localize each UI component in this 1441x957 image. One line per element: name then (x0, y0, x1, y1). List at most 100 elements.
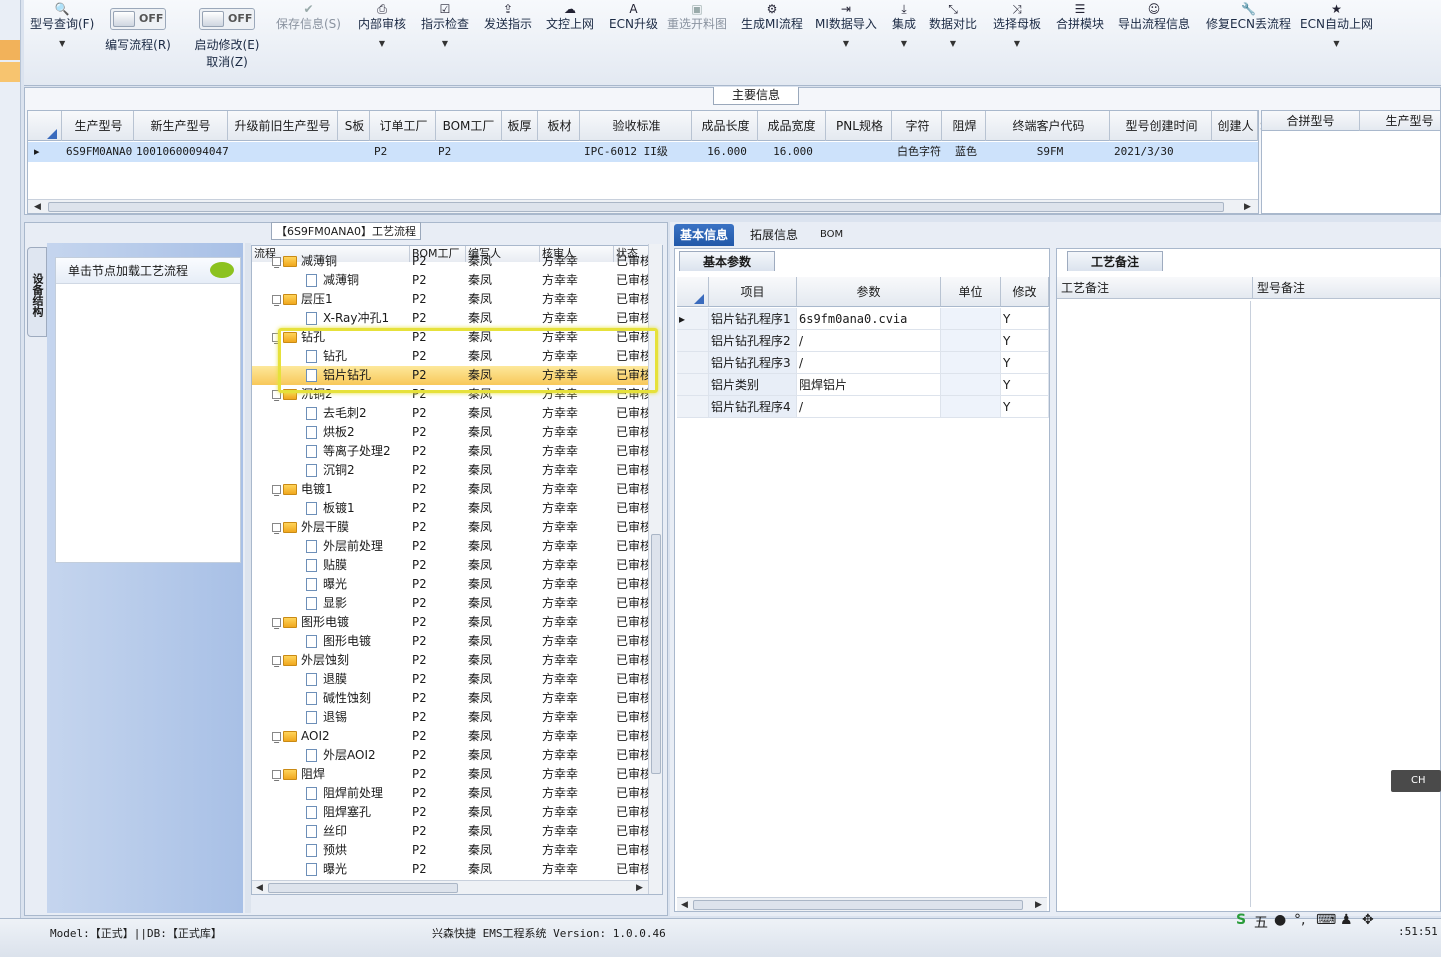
flow-step-row[interactable]: 减薄铜 P2 秦凤 方幸幸 已审核 (252, 271, 652, 290)
flow-step-row[interactable]: 曝光 P2 秦凤 方幸幸 已审核 (252, 860, 652, 879)
flow-tree-hscroll-thumb[interactable] (268, 883, 458, 893)
flow-node[interactable]: 板镀1 (306, 499, 355, 518)
flow-step-row[interactable]: 阻焊塞孔 P2 秦凤 方幸幸 已审核 (252, 803, 652, 822)
flow-group-row[interactable]: − 阻焊 P2 秦凤 方幸幸 已审核 (252, 765, 652, 785)
collapse-icon[interactable]: − (272, 390, 281, 405)
chevron-down-icon[interactable]: ▼ (1300, 38, 1373, 50)
ime-mode[interactable]: 五 (1254, 912, 1268, 932)
main-col-header[interactable]: 生产型号 (64, 111, 134, 141)
main-col-header[interactable]: 型号创建时间 (1112, 111, 1212, 141)
flow-node[interactable]: X-Ray冲孔1 (306, 309, 389, 328)
chevron-down-icon[interactable]: ▼ (421, 38, 469, 50)
flow-step-row[interactable]: 外层AOI2 P2 秦凤 方幸幸 已审核 (252, 746, 652, 765)
flow-node[interactable]: 外层前处理 (306, 537, 383, 556)
flow-node[interactable]: 铝片钻孔 (306, 366, 371, 385)
merge-col-header[interactable]: 合拼型号 (1262, 111, 1360, 131)
flow-group-row[interactable]: − 外层干膜 P2 秦凤 方幸幸 已审核 (252, 518, 652, 538)
main-col-header[interactable]: 验收标准 (582, 111, 692, 141)
params-row[interactable]: 铝片钻孔程序4/ Y (677, 396, 1049, 418)
flow-node[interactable]: 显影 (306, 594, 347, 613)
flow-node[interactable]: − 钻孔 (272, 328, 325, 348)
flow-step-row[interactable]: 铝片钻孔 P2 秦凤 方幸幸 已审核 (252, 366, 652, 385)
scroll-right-arrow-icon[interactable]: ▶ (1035, 898, 1042, 912)
flow-node[interactable]: 烘板2 (306, 423, 355, 442)
toolbar-button-7[interactable]: ▣ 重选开料图 (667, 2, 727, 32)
flow-step-row[interactable]: 钻孔 P2 秦凤 方幸幸 已审核 (252, 347, 652, 366)
chevron-down-icon[interactable]: ▼ (815, 38, 877, 50)
scroll-right-arrow-icon[interactable]: ▶ (636, 881, 643, 894)
main-data-cell[interactable]: 2021/3/30 (1112, 142, 1212, 162)
toolbar-button-9[interactable]: ⇥ MI数据导入 ▼ (815, 2, 877, 50)
params-row[interactable]: 铝片钻孔程序2/ Y (677, 330, 1049, 352)
main-col-header[interactable]: 新生产型号 (134, 111, 228, 141)
flow-group-row[interactable]: − AOI2 P2 秦凤 方幸幸 已审核 (252, 727, 652, 747)
flow-step-row[interactable]: 外层前处理 P2 秦凤 方幸幸 已审核 (252, 537, 652, 556)
flow-step-row[interactable]: 碱性蚀刻 P2 秦凤 方幸幸 已审核 (252, 689, 652, 708)
toolbar-button-0[interactable]: 🔍 型号查询(F) ▼ (30, 2, 94, 50)
flow-step-row[interactable]: 丝印 P2 秦凤 方幸幸 已审核 (252, 822, 652, 841)
tab-extended-info[interactable]: 拓展信息 (744, 224, 804, 246)
flow-node[interactable]: 等离子处理2 (306, 442, 391, 461)
toolbar-button-12[interactable]: ⤨ 选择母板 ▼ (993, 2, 1041, 50)
flow-node[interactable]: 阻焊前处理 (306, 784, 383, 803)
params-hscroll[interactable]: ◀ ▶ (677, 897, 1047, 911)
flow-node[interactable]: − 外层蚀刻 (272, 651, 349, 671)
flow-step-row[interactable]: 预烘 P2 秦凤 方幸幸 已审核 (252, 841, 652, 860)
toolbar-button-13[interactable]: ☰ 合拼模块 (1056, 2, 1104, 32)
flow-node[interactable]: 曝光 (306, 860, 347, 879)
toggle-sub-label[interactable]: 取消(Z) (191, 53, 263, 70)
toolbar-button-8[interactable]: ⚙ 生成MI流程 (741, 2, 803, 32)
main-data-cell[interactable] (228, 142, 338, 162)
flow-tree-hscroll[interactable]: ◀ ▶ (252, 880, 662, 894)
flow-node[interactable]: − 层压1 (272, 290, 333, 310)
ime-toolbar[interactable]: S 五 ● °, ⌨ ♟ ✥ (1236, 910, 1396, 936)
main-data-cell[interactable]: 10010600094047 (134, 142, 228, 162)
flow-group-row[interactable]: − 减薄铜 P2 秦凤 方幸幸 已审核 (252, 252, 652, 272)
flow-tree-vscroll-thumb[interactable] (651, 534, 661, 774)
flow-node[interactable]: 曝光 (306, 575, 347, 594)
chevron-down-icon[interactable]: ▼ (993, 38, 1041, 50)
main-data-cell[interactable]: 蓝色 (944, 142, 986, 162)
scroll-left-arrow-icon[interactable]: ◀ (34, 200, 41, 214)
main-info-hscroll-thumb[interactable] (48, 202, 1224, 212)
main-data-cell[interactable]: 16.000 (758, 142, 826, 162)
flow-node[interactable]: 贴膜 (306, 556, 347, 575)
scroll-left-arrow-icon[interactable]: ◀ (681, 898, 688, 912)
flow-step-row[interactable]: 烘板2 P2 秦凤 方幸幸 已审核 (252, 423, 652, 442)
collapse-icon[interactable]: − (272, 618, 281, 633)
flow-node[interactable]: 退锡 (306, 708, 347, 727)
ime-punct-icon[interactable]: °, (1294, 912, 1305, 928)
flow-node[interactable]: 丝印 (306, 822, 347, 841)
flow-step-row[interactable]: 去毛刺2 P2 秦凤 方幸幸 已审核 (252, 404, 652, 423)
main-info-data-row[interactable]: ▸ 6S9FM0ANA0 10010600094047 P2 P2 IPC-6012 II… (28, 142, 1258, 162)
toolbar-button-10[interactable]: ⤓ 集成 ▼ (892, 2, 916, 50)
chevron-down-icon[interactable]: ▼ (358, 38, 406, 50)
main-col-header[interactable]: BOM工厂 (436, 111, 502, 141)
flow-node[interactable]: 退膜 (306, 670, 347, 689)
model-memo-field[interactable] (1255, 301, 1439, 907)
flow-node[interactable]: 预烘 (306, 841, 347, 860)
ime-user-icon[interactable]: ♟ (1340, 912, 1353, 928)
flow-node[interactable]: − 减薄铜 (272, 252, 337, 272)
vertical-tab-structure[interactable]: 设备结构 (27, 247, 47, 337)
main-col-header[interactable]: 字符 (894, 111, 942, 141)
flow-node[interactable]: 沉铜2 (306, 461, 355, 480)
flow-node[interactable]: − 沉铜2 (272, 385, 333, 405)
flow-node[interactable]: 减薄铜 (306, 271, 359, 290)
toolbar-button-14[interactable]: ☺ 导出流程信息 (1118, 2, 1190, 32)
flow-step-row[interactable]: 退膜 P2 秦凤 方幸幸 已审核 (252, 670, 652, 689)
main-col-header[interactable]: 创建人 (1214, 111, 1258, 141)
main-col-header[interactable]: 板材 (540, 111, 580, 141)
flow-node[interactable]: 钻孔 (306, 347, 347, 366)
main-data-cell[interactable] (340, 142, 370, 162)
params-cell-value[interactable]: / (797, 330, 941, 352)
toolbar-button-4[interactable]: ⇪ 发送指示 (484, 2, 532, 32)
flow-node[interactable]: − AOI2 (272, 727, 330, 747)
flow-node[interactable]: − 阻焊 (272, 765, 325, 785)
main-data-cell[interactable]: S9FM (988, 142, 1110, 162)
main-col-header[interactable]: PNL规格 (828, 111, 892, 141)
main-data-cell[interactable] (502, 142, 538, 162)
production-col-header[interactable]: 生产型号 (1360, 111, 1441, 131)
params-row[interactable]: 铝片钻孔程序3/ Y (677, 352, 1049, 374)
flow-step-row[interactable]: X-Ray冲孔1 P2 秦凤 方幸幸 已审核 (252, 309, 652, 328)
